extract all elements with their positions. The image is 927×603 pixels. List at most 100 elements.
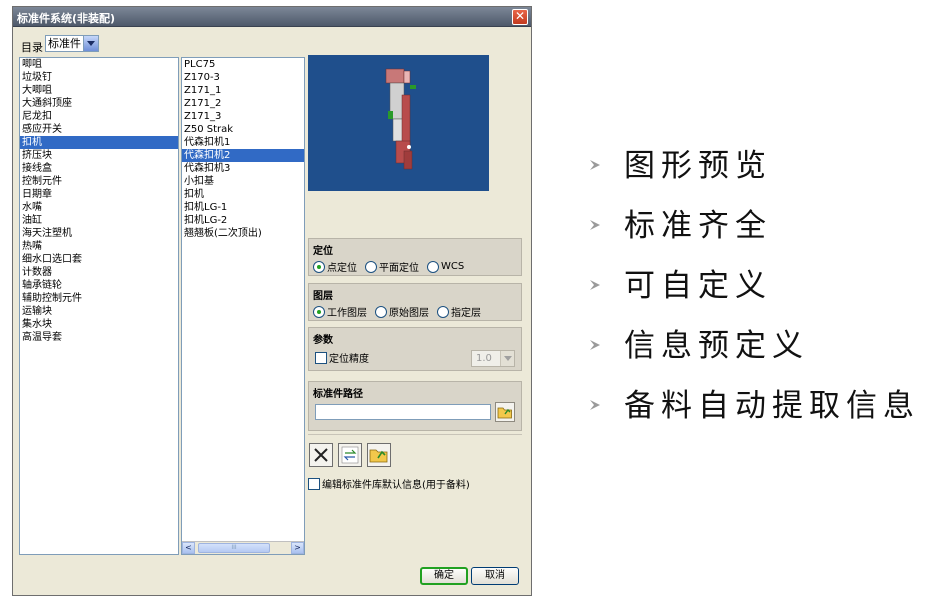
list-item[interactable]: 扣机 bbox=[182, 188, 304, 201]
feature-bullet-text: 备料自动提取信息 bbox=[624, 388, 920, 424]
precision-value: 1.0 bbox=[476, 353, 492, 364]
list-item[interactable]: 唧咀 bbox=[20, 58, 178, 71]
feature-bullet: 图形预览 bbox=[588, 140, 772, 185]
positioning-option[interactable]: 点定位 bbox=[313, 259, 357, 274]
list-item[interactable]: 辅助控制元件 bbox=[20, 292, 178, 305]
list-item[interactable]: 代森扣机1 bbox=[182, 136, 304, 149]
list-item[interactable]: Z171_2 bbox=[182, 97, 304, 110]
feature-bullet-text: 标准齐全 bbox=[624, 208, 772, 244]
list-item[interactable]: 海天注塑机 bbox=[20, 227, 178, 240]
list-item[interactable]: 接线盒 bbox=[20, 162, 178, 175]
path-group: 标准件路径 bbox=[308, 381, 522, 431]
list-item[interactable]: 尼龙扣 bbox=[20, 110, 178, 123]
list-item[interactable]: 代森扣机2 bbox=[182, 149, 304, 162]
precision-checkbox[interactable] bbox=[315, 351, 327, 364]
list-item[interactable]: Z171_3 bbox=[182, 110, 304, 123]
path-title: 标准件路径 bbox=[313, 389, 363, 400]
radio-icon[interactable] bbox=[313, 305, 325, 318]
positioning-option[interactable]: 平面定位 bbox=[365, 259, 419, 274]
open-folder-button[interactable] bbox=[367, 443, 391, 467]
list-item[interactable]: 油缸 bbox=[20, 214, 178, 227]
category-list[interactable]: 唧咀 垃圾钉 大唧咀 大通斜顶座 尼龙扣 感应开关 扣机 挤压块 接线盒 控制元件 日期章 水嘴 油缸海… bbox=[19, 57, 179, 555]
layer-option-label: 指定层 bbox=[451, 308, 481, 319]
precision-label: 定位精度 bbox=[329, 354, 369, 365]
list-item[interactable]: 水嘴 bbox=[20, 201, 178, 214]
window-title: 标准件系统(非装配) bbox=[17, 12, 116, 25]
separator bbox=[308, 434, 522, 435]
exchange-button[interactable] bbox=[338, 443, 362, 467]
list-item[interactable]: 挤压块 bbox=[20, 149, 178, 162]
scroll-right-icon[interactable]: > bbox=[291, 542, 304, 554]
positioning-title: 定位 bbox=[313, 246, 333, 257]
params-group: 参数 定位精度 1.0 bbox=[308, 327, 522, 371]
scroll-thumb[interactable]: III bbox=[198, 543, 270, 553]
ok-button[interactable]: 确定 bbox=[420, 567, 468, 585]
close-icon[interactable]: ✕ bbox=[512, 9, 528, 25]
arrow-bullet-icon bbox=[590, 219, 600, 230]
cancel-button[interactable]: 取消 bbox=[471, 567, 519, 585]
title-bar[interactable]: 标准件系统(非装配) ✕ bbox=[13, 7, 531, 27]
layer-option-label: 原始图层 bbox=[389, 308, 429, 319]
part-preview bbox=[308, 55, 489, 191]
list-item[interactable]: 日期章 bbox=[20, 188, 178, 201]
list-item[interactable]: 扣机LG-1 bbox=[182, 201, 304, 214]
list-item[interactable]: 运输块 bbox=[20, 305, 178, 318]
list-item[interactable]: Z50 Strak bbox=[182, 123, 304, 136]
list-item[interactable]: 大唧咀 bbox=[20, 84, 178, 97]
list-item[interactable]: 感应开关 bbox=[20, 123, 178, 136]
chevron-down-icon bbox=[500, 351, 514, 366]
feature-bullet: 可自定义 bbox=[588, 260, 772, 305]
list-item[interactable]: 代森扣机3 bbox=[182, 162, 304, 175]
folder-icon bbox=[497, 407, 512, 419]
list-item[interactable]: 轴承链轮 bbox=[20, 279, 178, 292]
list-item[interactable]: 计数器 bbox=[20, 266, 178, 279]
path-input[interactable] bbox=[315, 404, 491, 420]
positioning-option-label: 平面定位 bbox=[379, 263, 419, 274]
precision-option[interactable]: 定位精度 bbox=[315, 350, 369, 365]
list-item[interactable]: 小扣基 bbox=[182, 175, 304, 188]
feature-bullet-text: 信息预定义 bbox=[624, 328, 809, 364]
list-item[interactable]: 翘翘板(二次顶出) bbox=[182, 227, 304, 240]
precision-select: 1.0 bbox=[471, 350, 515, 367]
list-item[interactable]: 扣机 bbox=[20, 136, 178, 149]
list-item[interactable]: 扣机LG-2 bbox=[182, 214, 304, 227]
close-icon bbox=[314, 448, 328, 462]
radio-icon[interactable] bbox=[437, 305, 449, 318]
feature-bullet-text: 可自定义 bbox=[624, 268, 772, 304]
horizontal-scrollbar[interactable]: < III > bbox=[182, 541, 304, 554]
exchange-icon bbox=[341, 446, 359, 464]
scroll-left-icon[interactable]: < bbox=[182, 542, 195, 554]
edit-default-info-option[interactable]: 编辑标准件库默认信息(用于备料) bbox=[308, 476, 470, 491]
radio-icon[interactable] bbox=[365, 260, 377, 273]
catalog-label: 目录 bbox=[21, 41, 43, 54]
arrow-bullet-icon bbox=[590, 159, 600, 170]
list-item[interactable]: 细水口选口套 bbox=[20, 253, 178, 266]
layer-option[interactable]: 原始图层 bbox=[375, 304, 429, 319]
radio-icon[interactable] bbox=[427, 260, 439, 273]
delete-button[interactable] bbox=[309, 443, 333, 467]
edit-default-info-checkbox[interactable] bbox=[308, 477, 320, 490]
positioning-option-label: WCS bbox=[441, 261, 465, 272]
layer-title: 图层 bbox=[313, 291, 333, 302]
radio-icon[interactable] bbox=[375, 305, 387, 318]
list-item[interactable]: Z171_1 bbox=[182, 84, 304, 97]
list-item[interactable]: PLC75 bbox=[182, 58, 304, 71]
feature-bullet-text: 图形预览 bbox=[624, 148, 772, 184]
edit-default-info-label: 编辑标准件库默认信息(用于备料) bbox=[322, 480, 470, 491]
list-item[interactable]: 大通斜顶座 bbox=[20, 97, 178, 110]
chevron-down-icon[interactable] bbox=[83, 36, 98, 51]
list-item[interactable]: Z170-3 bbox=[182, 71, 304, 84]
layer-option[interactable]: 工作图层 bbox=[313, 304, 367, 319]
arrow-bullet-icon bbox=[590, 339, 600, 350]
list-item[interactable]: 热嘴 bbox=[20, 240, 178, 253]
catalog-select[interactable]: 标准件 bbox=[45, 35, 99, 52]
list-item[interactable]: 集水块 bbox=[20, 318, 178, 331]
list-item[interactable]: 控制元件 bbox=[20, 175, 178, 188]
list-item[interactable]: 高温导套 bbox=[20, 331, 178, 344]
radio-icon[interactable] bbox=[313, 260, 325, 273]
part-list[interactable]: PLC75 Z170-3 Z171_1 Z171_2 Z171_3 Z50 Strak 代森… bbox=[181, 57, 305, 555]
browse-folder-button[interactable] bbox=[495, 402, 515, 422]
list-item[interactable]: 垃圾钉 bbox=[20, 71, 178, 84]
layer-option[interactable]: 指定层 bbox=[437, 304, 481, 319]
positioning-option[interactable]: WCS bbox=[427, 259, 464, 274]
